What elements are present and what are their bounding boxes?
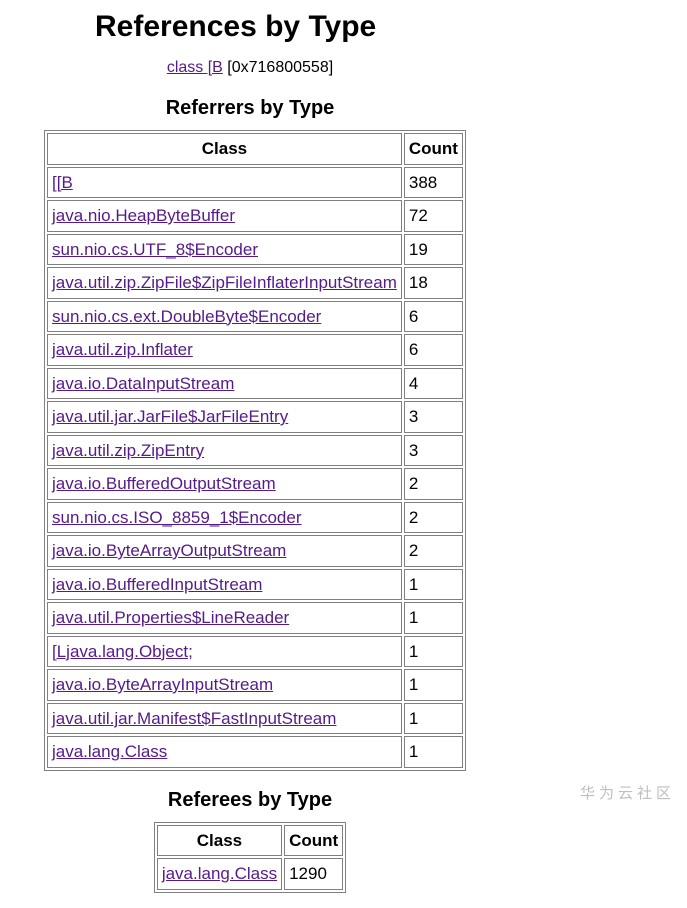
count-cell: 3: [404, 435, 463, 467]
count-cell: 4: [404, 368, 463, 400]
class-link[interactable]: java.util.zip.ZipFile$ZipFileInflaterInp…: [52, 273, 397, 292]
table-row: sun.nio.cs.ISO_8859_1$Encoder 2: [47, 502, 463, 534]
table-row: java.lang.Class 1290: [157, 858, 343, 890]
class-link[interactable]: java.lang.Class: [162, 864, 277, 883]
table-row: java.io.ByteArrayOutputStream 2: [47, 535, 463, 567]
count-cell: 6: [404, 334, 463, 366]
table-row: [Ljava.lang.Object; 1: [47, 636, 463, 668]
class-cell: sun.nio.cs.UTF_8$Encoder: [47, 234, 402, 266]
class-cell: java.nio.HeapByteBuffer: [47, 200, 402, 232]
class-cell: java.io.DataInputStream: [47, 368, 402, 400]
class-cell: java.io.ByteArrayOutputStream: [47, 535, 402, 567]
table-row: java.util.zip.ZipFile$ZipFileInflaterInp…: [47, 267, 463, 299]
count-cell: 1290: [284, 858, 343, 890]
count-cell: 1: [404, 703, 463, 735]
referees-col-class: Class: [157, 825, 282, 857]
subject-line: class [B [0x716800558]: [0, 59, 500, 77]
subject-address: [0x716800558]: [223, 59, 333, 76]
class-cell: java.io.BufferedInputStream: [47, 569, 402, 601]
referrers-heading: Referrers by Type: [0, 97, 500, 120]
table-row: java.util.jar.JarFile$JarFileEntry 3: [47, 401, 463, 433]
referrers-col-class: Class: [47, 133, 402, 165]
count-cell: 2: [404, 535, 463, 567]
table-row: java.io.BufferedInputStream 1: [47, 569, 463, 601]
table-row: java.util.jar.Manifest$FastInputStream 1: [47, 703, 463, 735]
referrers-col-count: Count: [404, 133, 463, 165]
referees-col-count: Count: [284, 825, 343, 857]
class-link[interactable]: java.util.zip.Inflater: [52, 340, 193, 359]
class-cell: sun.nio.cs.ISO_8859_1$Encoder: [47, 502, 402, 534]
class-link[interactable]: java.io.BufferedInputStream: [52, 575, 262, 594]
class-link[interactable]: java.io.ByteArrayOutputStream: [52, 541, 286, 560]
referees-heading: Referees by Type: [0, 789, 500, 812]
class-link[interactable]: sun.nio.cs.ISO_8859_1$Encoder: [52, 508, 302, 527]
class-cell: java.util.zip.ZipEntry: [47, 435, 402, 467]
table-row: java.lang.Class 1: [47, 736, 463, 768]
class-link[interactable]: [[B: [52, 173, 73, 192]
table-row: java.util.Properties$LineReader 1: [47, 602, 463, 634]
count-cell: 3: [404, 401, 463, 433]
count-cell: 1: [404, 669, 463, 701]
count-cell: 1: [404, 736, 463, 768]
table-row: java.io.BufferedOutputStream 2: [47, 468, 463, 500]
page-title: References by Type: [95, 10, 687, 44]
class-cell: java.util.Properties$LineReader: [47, 602, 402, 634]
count-cell: 19: [404, 234, 463, 266]
class-cell: java.lang.Class: [47, 736, 402, 768]
class-link[interactable]: java.util.Properties$LineReader: [52, 608, 289, 627]
class-cell: java.lang.Class: [157, 858, 282, 890]
class-link[interactable]: java.io.DataInputStream: [52, 374, 234, 393]
table-row: java.util.zip.Inflater 6: [47, 334, 463, 366]
count-cell: 1: [404, 636, 463, 668]
watermark: 华为云社区: [580, 782, 675, 803]
class-cell: java.io.BufferedOutputStream: [47, 468, 402, 500]
table-row: [[B 388: [47, 167, 463, 199]
class-link[interactable]: sun.nio.cs.ext.DoubleByte$Encoder: [52, 307, 321, 326]
count-cell: 388: [404, 167, 463, 199]
subject-class-link[interactable]: class [B: [167, 59, 223, 76]
class-cell: java.util.zip.ZipFile$ZipFileInflaterInp…: [47, 267, 402, 299]
count-cell: 1: [404, 569, 463, 601]
table-row: java.io.ByteArrayInputStream 1: [47, 669, 463, 701]
referrers-table: Class Count [[B388java.nio.HeapByteBuffe…: [44, 130, 466, 771]
class-link[interactable]: [Ljava.lang.Object;: [52, 642, 193, 661]
class-cell: java.util.zip.Inflater: [47, 334, 402, 366]
class-link[interactable]: java.nio.HeapByteBuffer: [52, 206, 235, 225]
class-cell: [[B: [47, 167, 402, 199]
table-row: sun.nio.cs.UTF_8$Encoder 19: [47, 234, 463, 266]
table-row: java.util.zip.ZipEntry 3: [47, 435, 463, 467]
class-link[interactable]: java.io.ByteArrayInputStream: [52, 675, 273, 694]
count-cell: 18: [404, 267, 463, 299]
count-cell: 2: [404, 502, 463, 534]
class-cell: java.io.ByteArrayInputStream: [47, 669, 402, 701]
class-link[interactable]: java.lang.Class: [52, 742, 167, 761]
class-link[interactable]: java.util.zip.ZipEntry: [52, 441, 204, 460]
referees-table: Class Count java.lang.Class 1290: [154, 822, 346, 893]
class-cell: java.util.jar.JarFile$JarFileEntry: [47, 401, 402, 433]
table-row: java.nio.HeapByteBuffer 72: [47, 200, 463, 232]
class-cell: [Ljava.lang.Object;: [47, 636, 402, 668]
class-link[interactable]: java.io.BufferedOutputStream: [52, 474, 276, 493]
table-row: java.io.DataInputStream 4: [47, 368, 463, 400]
count-cell: 72: [404, 200, 463, 232]
count-cell: 2: [404, 468, 463, 500]
count-cell: 1: [404, 602, 463, 634]
class-link[interactable]: java.util.jar.Manifest$FastInputStream: [52, 709, 336, 728]
class-cell: sun.nio.cs.ext.DoubleByte$Encoder: [47, 301, 402, 333]
table-row: sun.nio.cs.ext.DoubleByte$Encoder 6: [47, 301, 463, 333]
class-link[interactable]: java.util.jar.JarFile$JarFileEntry: [52, 407, 288, 426]
count-cell: 6: [404, 301, 463, 333]
class-cell: java.util.jar.Manifest$FastInputStream: [47, 703, 402, 735]
class-link[interactable]: sun.nio.cs.UTF_8$Encoder: [52, 240, 258, 259]
